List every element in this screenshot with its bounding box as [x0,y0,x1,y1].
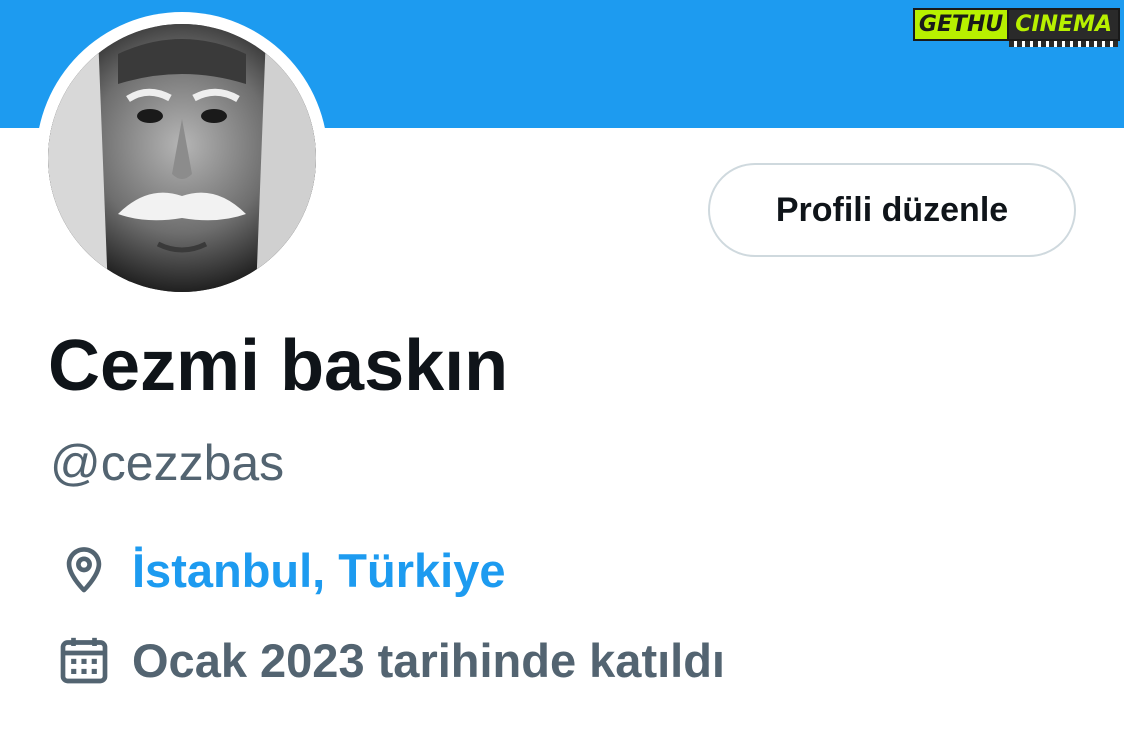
edit-profile-button[interactable]: Profili düzenle [708,163,1076,257]
avatar-portrait-image [48,24,316,292]
location-row: İstanbul, Türkiye [56,542,505,598]
location-pin-icon [66,547,102,593]
display-name: Cezmi baskın [48,326,509,406]
avatar-frame[interactable] [36,12,328,304]
location-link[interactable]: İstanbul, Türkiye [132,547,505,594]
watermark-part-2: CINEMA [1009,7,1120,47]
avatar[interactable] [48,24,316,292]
user-handle: @cezzbas [50,435,285,491]
watermark-part-1: GETHU [912,7,1010,41]
calendar-icon [60,637,108,684]
join-date-text: Ocak 2023 tarihinde katıldı [132,633,725,687]
watermark-logo: GETHU CINEMA [912,6,1120,47]
join-date-row: Ocak 2023 tarihinde katıldı [56,632,725,688]
